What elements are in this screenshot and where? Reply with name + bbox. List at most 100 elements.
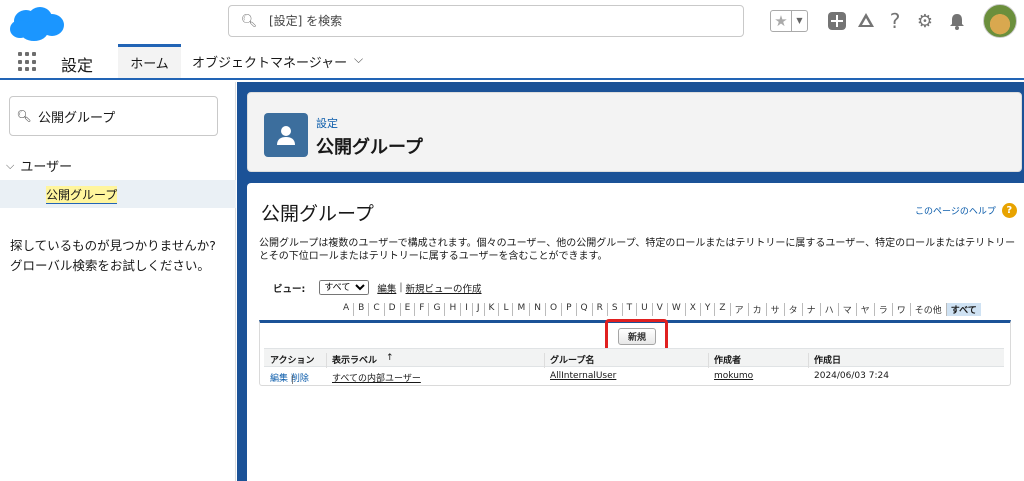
alpha-filter-letter[interactable]: L xyxy=(499,303,514,316)
quick-find-input[interactable] xyxy=(38,108,208,124)
favorites: ★ ▼ xyxy=(770,10,808,32)
alpha-filter-letter[interactable]: U xyxy=(637,303,653,316)
alpha-filter-letter[interactable]: C xyxy=(369,303,385,316)
alpha-filter-letter[interactable]: Q xyxy=(577,303,593,316)
alpha-filter-letter[interactable]: X xyxy=(686,303,701,316)
help-question-icon[interactable]: ? xyxy=(1001,203,1017,218)
global-actions-icon[interactable] xyxy=(826,10,848,32)
page-description: 公開グループは複数のユーザーで構成されます。個々のユーザー、他の公開グループ、特… xyxy=(259,238,1016,262)
view-label: ビュー: xyxy=(273,283,306,295)
sidebar-item-label[interactable]: 公開グループ xyxy=(46,186,118,204)
tree-group-users[interactable]: ⌵ ユーザー xyxy=(6,156,73,176)
alpha-filter-letter[interactable]: Y xyxy=(701,303,716,316)
alpha-filter-letter[interactable]: その他 xyxy=(911,303,947,316)
favorite-star-icon[interactable]: ★ xyxy=(770,10,792,32)
content-card: 公開グループ このページのヘルプ ? 公開グループは複数のユーザーで構成されます… xyxy=(247,183,1024,481)
help-icon[interactable]: ? xyxy=(884,9,906,33)
row-created-by: mokumo xyxy=(714,371,753,381)
row-label-link[interactable]: すべての内部ユーザー xyxy=(332,374,421,384)
alpha-filter-letter[interactable]: E xyxy=(401,303,416,316)
create-view-link[interactable]: 新規ビューの作成 xyxy=(406,281,482,295)
salesforce-logo[interactable] xyxy=(8,5,66,45)
user-avatar[interactable] xyxy=(983,4,1017,38)
alpha-filter-letter[interactable]: サ xyxy=(767,303,785,316)
tab-home[interactable]: ホーム xyxy=(118,44,181,78)
alpha-filter-letter[interactable]: ハ xyxy=(821,303,839,316)
alpha-filter-letter[interactable]: D xyxy=(385,303,401,316)
alpha-filter-letter[interactable]: ナ xyxy=(803,303,821,316)
col-action: アクション xyxy=(270,356,315,366)
alpha-filter-letter[interactable]: A xyxy=(339,303,355,316)
notifications-bell-icon[interactable] xyxy=(946,10,968,32)
alpha-filter-letter[interactable]: N xyxy=(530,303,546,316)
page-title: 公開グループ xyxy=(316,137,423,158)
favorites-dropdown-icon[interactable]: ▼ xyxy=(792,10,808,32)
not-found-line-2: グローバル検索をお試しください。 xyxy=(10,258,210,273)
alpha-filter-letter[interactable]: V xyxy=(653,303,668,316)
main-content: 設定 公開グループ 公開グループ このページのヘルプ ? 公開グループは複数のユ… xyxy=(237,82,1024,481)
col-created-date[interactable]: 作成日 xyxy=(814,353,841,366)
alpha-filter-letter[interactable]: ヤ xyxy=(857,303,875,316)
chevron-down-icon[interactable]: ⌵ xyxy=(354,52,363,67)
alpha-filter-letter[interactable]: S xyxy=(608,303,623,316)
tab-object-manager[interactable]: オブジェクトマネージャー xyxy=(192,52,347,71)
col-group-name[interactable]: グループ名 xyxy=(550,353,594,366)
separator: | xyxy=(290,375,294,385)
help-link-label[interactable]: このページのヘルプ xyxy=(915,204,996,217)
sort-asc-icon: ↑ xyxy=(386,353,394,363)
global-search[interactable]: 🔍︎ xyxy=(228,5,744,37)
col-divider xyxy=(544,353,545,368)
alpha-filter-letter[interactable]: ラ xyxy=(875,303,893,316)
app-launcher-icon[interactable] xyxy=(18,52,38,72)
setup-sidebar: 🔍︎ ⌵ ユーザー 公開グループ 探しているものが見つかりませんか? グローバル… xyxy=(0,82,236,481)
alpha-filter-letter[interactable]: M xyxy=(513,303,531,316)
alpha-filter-letter[interactable]: O xyxy=(546,303,563,316)
col-divider xyxy=(808,353,809,368)
col-divider xyxy=(326,353,327,368)
col-label[interactable]: 表示ラベル xyxy=(332,353,377,366)
alpha-filter-letter[interactable]: I xyxy=(461,303,473,316)
alpha-filter-letter[interactable]: P xyxy=(562,303,577,316)
alpha-filter-letter[interactable]: W xyxy=(668,303,686,316)
alpha-filter-letter[interactable]: ア xyxy=(731,303,749,316)
page-header: 設定 公開グループ xyxy=(247,92,1022,172)
help-link[interactable]: このページのヘルプ ? xyxy=(915,203,1017,218)
row-created-by-link[interactable]: mokumo xyxy=(714,371,753,381)
tree-group-label: ユーザー xyxy=(20,160,73,175)
app-name: 設定 xyxy=(61,56,94,75)
breadcrumb[interactable]: 設定 xyxy=(316,115,338,131)
alpha-filter-letter[interactable]: Z xyxy=(715,303,731,316)
row-edit-link[interactable]: 編集 xyxy=(270,374,288,384)
row-group-name: AllInternalUser xyxy=(550,371,616,381)
sidebar-item-public-groups[interactable]: 公開グループ xyxy=(0,180,236,208)
global-search-input[interactable] xyxy=(269,14,709,28)
col-created-by[interactable]: 作成者 xyxy=(714,353,741,366)
alpha-filter-letter[interactable]: すべて xyxy=(946,303,981,316)
alpha-filter-letter[interactable]: H xyxy=(445,303,462,316)
alpha-filter-letter[interactable]: G xyxy=(429,303,446,316)
view-select[interactable]: すべて xyxy=(319,280,370,295)
alpha-filter-letter[interactable]: ワ xyxy=(893,303,911,316)
alpha-filter-letter[interactable]: T xyxy=(623,303,638,316)
alpha-filter-letter[interactable]: J xyxy=(473,303,485,316)
group-list: 新規 アクション 表示ラベル ↑ グループ名 作成者 作成日 編集 | 削除 す… xyxy=(259,319,1011,386)
alphabet-filter: A B C D E F G H I J K L M N O P Q R S T U V W X Y Z アカサタナハマヤラワその他す… xyxy=(339,303,981,316)
table-row: 編集 | 削除 すべての内部ユーザー AllInternalUser mokum… xyxy=(264,367,1004,385)
table-header: アクション 表示ラベル ↑ グループ名 作成者 作成日 xyxy=(264,348,1004,368)
alpha-filter-letter[interactable]: カ xyxy=(749,303,767,316)
trailhead-icon[interactable] xyxy=(855,10,877,32)
row-group-name-link[interactable]: AllInternalUser xyxy=(550,371,616,381)
row-created-date: 2024/06/03 7:24 xyxy=(814,371,889,381)
row-actions: 編集 | 削除 xyxy=(270,371,309,385)
edit-view-link[interactable]: 編集 xyxy=(377,281,396,295)
alpha-filter-letter[interactable]: B xyxy=(354,303,370,316)
col-divider xyxy=(708,353,709,368)
setup-gear-icon[interactable]: ⚙ xyxy=(914,10,936,32)
alpha-filter-letter[interactable]: R xyxy=(593,303,608,316)
content-title: 公開グループ xyxy=(261,203,374,225)
alpha-filter-letter[interactable]: K xyxy=(485,303,500,316)
alpha-filter-letter[interactable]: マ xyxy=(839,303,857,316)
quick-find[interactable]: 🔍︎ xyxy=(9,96,218,136)
alpha-filter-letter[interactable]: タ xyxy=(785,303,803,316)
alpha-filter-letter[interactable]: F xyxy=(415,303,430,316)
